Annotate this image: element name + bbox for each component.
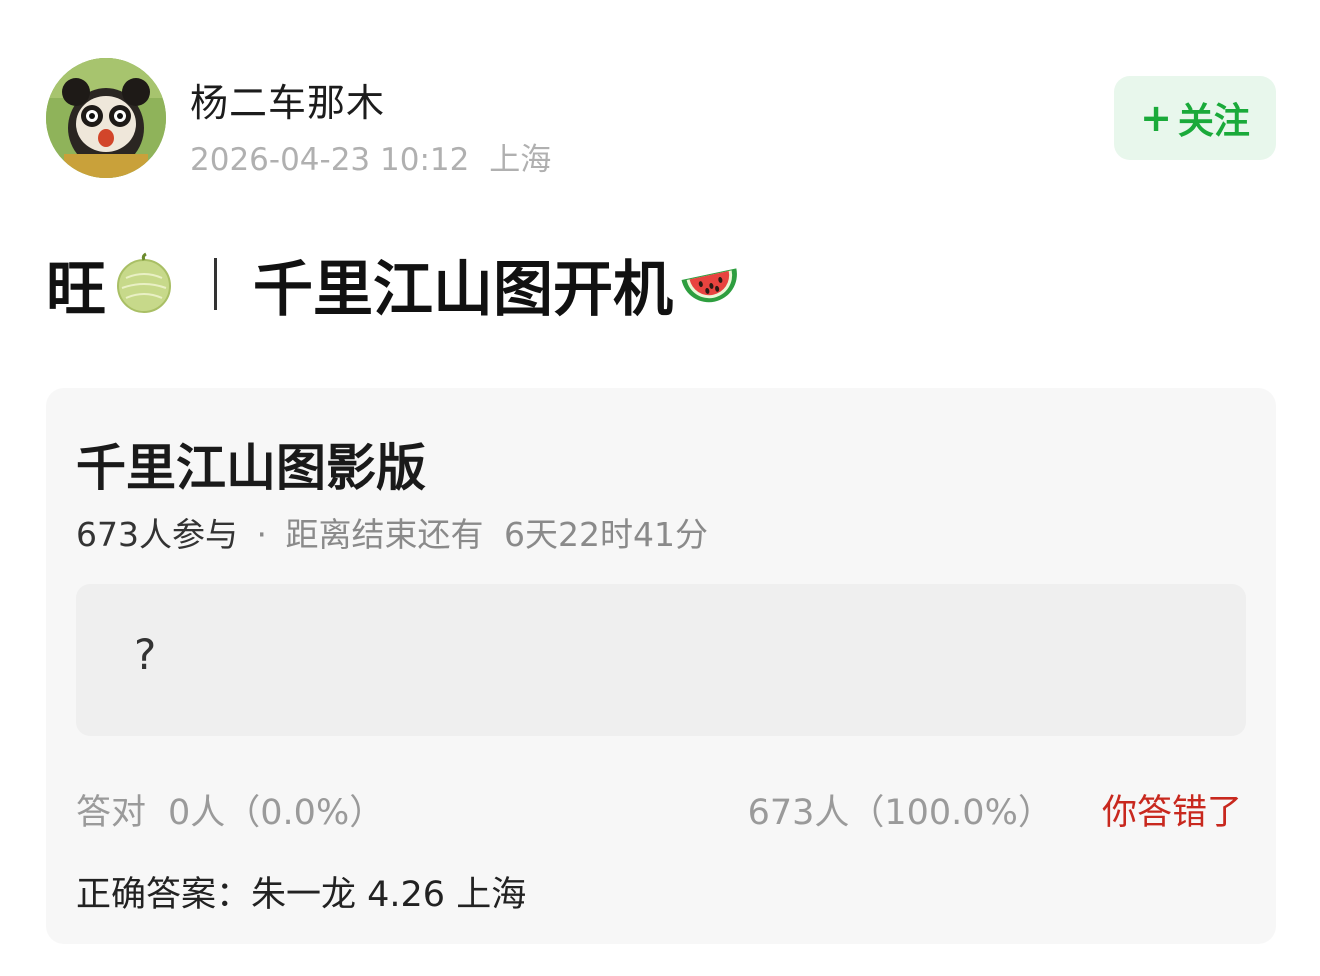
wrong-count: 673人（100.0%） — [747, 793, 1053, 833]
post-date: 2026-04-23 10:12 — [190, 142, 470, 178]
post-meta: 2026-04-23 10:12 上海 — [190, 134, 551, 179]
correct-count: 0人（0.0%） — [168, 793, 385, 833]
panda-avatar-icon — [46, 58, 166, 178]
post-location: 上海 — [489, 142, 552, 178]
quiz-card: 千里江山图影版 673人参与 · 距离结束还有 6天22时41分 ? 答对 0人（… — [46, 388, 1276, 944]
quiz-meta: 673人参与 · 距离结束还有 6天22时41分 — [76, 508, 708, 556]
title-start: 旺 — [46, 254, 106, 325]
follow-label: 关注 — [1177, 101, 1250, 142]
wrong-status: 你答错了 — [1101, 793, 1242, 833]
answer-value: 朱一龙 4.26 上海 — [251, 875, 527, 915]
follow-button[interactable]: + 关注 — [1114, 76, 1276, 160]
quiz-option-text: ? — [134, 630, 157, 679]
author-name[interactable]: 杨二车那木 — [190, 72, 385, 127]
countdown-label: 距离结束还有 — [285, 515, 484, 554]
title-separator — [214, 258, 217, 310]
answer-label: 正确答案： — [76, 875, 252, 915]
title-end: 千里江山图开机 — [253, 254, 673, 325]
wrong-stat: 673人（100.0%） 你答错了 — [748, 784, 1242, 835]
correct-answer: 正确答案：朱一龙 4.26 上海 — [76, 866, 526, 917]
post-title: 旺 千里江山图开机 — [46, 248, 749, 325]
correct-label: 答对 — [76, 793, 147, 833]
plus-icon: + — [1140, 96, 1172, 140]
melon-icon — [112, 252, 176, 316]
quiz-title: 千里江山图影版 — [76, 439, 426, 497]
avatar[interactable] — [46, 58, 166, 178]
countdown-value: 6天22时41分 — [504, 515, 708, 554]
watermelon-icon — [679, 252, 743, 316]
meta-dot: · — [256, 515, 268, 554]
participants-count: 673人参与 — [76, 515, 238, 554]
correct-stat: 答对 0人（0.0%） — [76, 784, 384, 835]
quiz-option[interactable]: ? — [76, 584, 1246, 736]
